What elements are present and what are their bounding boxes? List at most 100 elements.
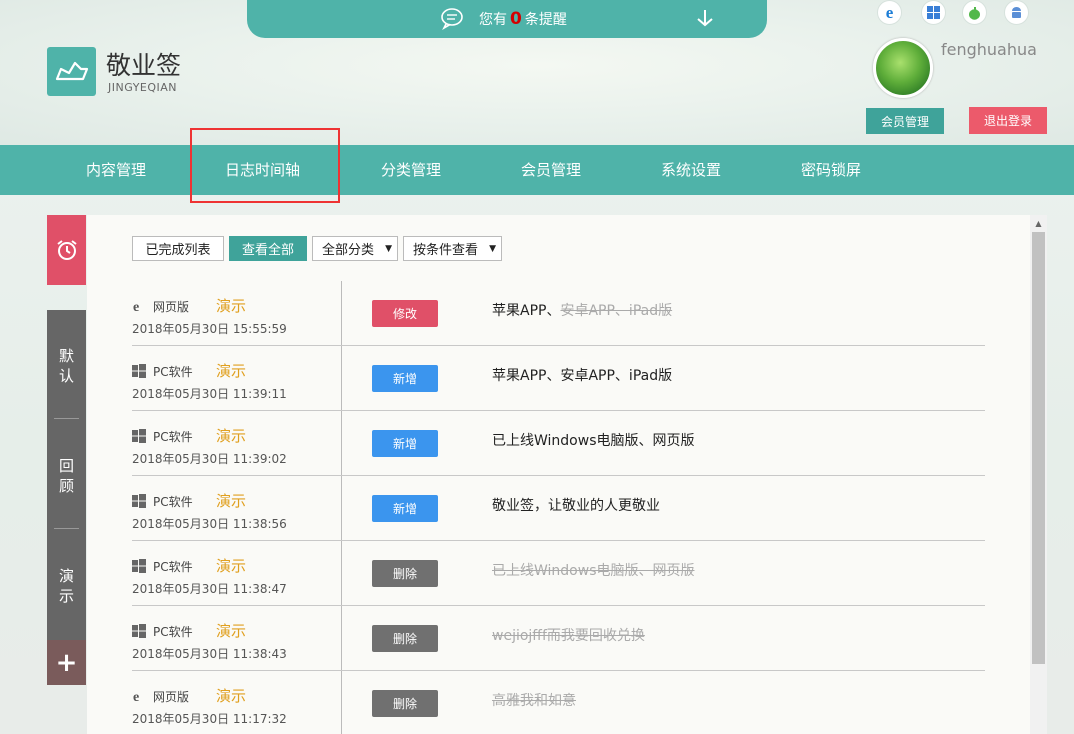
- log-message-text: 苹果APP、: [492, 303, 561, 319]
- log-time: 2018年05月30日 11:38:47: [132, 582, 287, 596]
- arrow-down-icon[interactable]: [694, 7, 716, 29]
- notification-text: 您有 0 条提醒: [479, 9, 567, 29]
- sidebar-item-default[interactable]: 默认: [47, 346, 86, 386]
- log-message: 已上线Windows电脑版、网页版: [492, 430, 695, 450]
- svg-text:e: e: [133, 690, 139, 703]
- log-message: 苹果APP、安卓APP、iPad版: [492, 365, 672, 385]
- log-action-badge: 删除: [372, 560, 438, 587]
- log-row: e 网页版 演示 2018年05月30日 15:55:59 修改 苹果APP、安卓APP、…: [132, 281, 985, 346]
- scroll-up-icon[interactable]: ▲: [1030, 219, 1047, 231]
- log-platform: PC软件: [153, 495, 193, 509]
- log-user[interactable]: 演示: [216, 295, 246, 316]
- log-user[interactable]: 演示: [216, 555, 246, 576]
- log-action-badge: 新增: [372, 365, 438, 392]
- log-time: 2018年05月30日 15:55:59: [132, 322, 287, 336]
- log-action-badge: 新增: [372, 495, 438, 522]
- windows-icon: [132, 559, 146, 573]
- log-user[interactable]: 演示: [216, 490, 246, 511]
- sidebar-menu: 默认 回顾 演示: [47, 310, 86, 640]
- log-action-badge: 删除: [372, 625, 438, 652]
- log-time: 2018年05月30日 11:39:11: [132, 387, 287, 401]
- brand-subtitle: JINGYEQIAN: [108, 81, 178, 94]
- log-user[interactable]: 演示: [216, 620, 246, 641]
- nav-item-category[interactable]: 分类管理: [381, 145, 441, 195]
- log-row: e 网页版 演示 2018年05月30日 11:17:32 删除 高雅我和如意: [132, 671, 985, 734]
- log-user[interactable]: 演示: [216, 425, 246, 446]
- view-all-button[interactable]: 查看全部: [229, 236, 307, 261]
- log-message-text: 苹果APP、安卓APP、iPad版: [492, 368, 673, 384]
- log-platform: PC软件: [153, 625, 193, 639]
- log-panel: 已完成列表 查看全部 全部分类 ▼ 按条件查看 ▼ e 网页版 演示 2018年05月…: [87, 215, 1030, 734]
- android-icon[interactable]: [1004, 0, 1029, 25]
- windows-icon: [132, 364, 146, 378]
- brand-name: 敬业签: [106, 51, 182, 80]
- notification-count: 0: [510, 9, 522, 29]
- ie-icon[interactable]: e: [877, 0, 902, 25]
- log-message-text: 已上线Windows电脑版、网页版: [492, 433, 695, 449]
- log-row: PC软件 演示 2018年05月30日 11:38:56 新增 敬业签，让敬业的人更敬业: [132, 476, 985, 541]
- nav-item-settings[interactable]: 系统设置: [661, 145, 721, 195]
- boat-logo-icon: [55, 61, 89, 81]
- condition-select-label: 按条件查看: [413, 243, 479, 258]
- member-management-button[interactable]: 会员管理: [866, 108, 944, 134]
- log-message: wejiojfff而我要回收兑换: [492, 625, 645, 645]
- log-row: PC软件 演示 2018年05月30日 11:38:43 删除 wejiojfff而我要…: [132, 606, 985, 671]
- log-message: 苹果APP、安卓APP、iPad版: [492, 300, 672, 320]
- nav-item-member[interactable]: 会员管理: [521, 145, 581, 195]
- app-logo[interactable]: [47, 47, 96, 96]
- log-message-struck: 安卓APP、iPad版: [560, 303, 673, 319]
- scrollbar[interactable]: ▲: [1030, 215, 1047, 734]
- log-message: 敬业签，让敬业的人更敬业: [492, 495, 660, 515]
- nav-item-content[interactable]: 内容管理: [86, 145, 146, 195]
- completed-list-button[interactable]: 已完成列表: [132, 236, 224, 261]
- log-platform: PC软件: [153, 365, 193, 379]
- svg-text:e: e: [133, 300, 139, 313]
- log-action-badge: 修改: [372, 300, 438, 327]
- notification-bar[interactable]: 您有 0 条提醒: [247, 0, 767, 38]
- windows-icon: [132, 429, 146, 443]
- log-platform: PC软件: [153, 560, 193, 574]
- windows-icon: [132, 494, 146, 508]
- category-select[interactable]: 全部分类 ▼: [312, 236, 398, 261]
- log-user[interactable]: 演示: [216, 360, 246, 381]
- log-time: 2018年05月30日 11:39:02: [132, 452, 287, 466]
- scrollbar-thumb[interactable]: [1032, 232, 1045, 664]
- log-row: PC软件 演示 2018年05月30日 11:39:02 新增 已上线Windows电脑…: [132, 411, 985, 476]
- log-message-struck: 已上线Windows电脑版、网页版: [492, 563, 695, 579]
- windows-icon: [132, 624, 146, 638]
- sidebar-divider: [54, 418, 79, 419]
- log-user[interactable]: 演示: [216, 685, 246, 706]
- log-platform: 网页版: [153, 300, 190, 314]
- condition-select[interactable]: 按条件查看 ▼: [403, 236, 502, 261]
- sidebar-item-review[interactable]: 回顾: [47, 456, 86, 496]
- sidebar-divider: [54, 528, 79, 529]
- log-platform: 网页版: [153, 690, 190, 704]
- main-nav: 内容管理 日志时间轴 分类管理 会员管理 系统设置 密码锁屏: [0, 145, 1074, 195]
- caret-down-icon: ▼: [385, 244, 392, 254]
- chat-bubble-icon: [441, 8, 463, 30]
- windows-icon[interactable]: [921, 0, 946, 25]
- log-message: 高雅我和如意: [492, 690, 576, 710]
- nav-item-lock-screen[interactable]: 密码锁屏: [801, 145, 861, 195]
- username: fenghuahua: [941, 40, 1037, 59]
- alarm-clock-icon: [56, 240, 77, 260]
- log-message: 已上线Windows电脑版、网页版: [492, 560, 695, 580]
- category-select-label: 全部分类: [322, 243, 375, 258]
- logout-button[interactable]: 退出登录: [969, 107, 1047, 134]
- log-platform: PC软件: [153, 430, 193, 444]
- log-time: 2018年05月30日 11:17:32: [132, 712, 287, 726]
- active-nav-highlight: [190, 128, 340, 203]
- log-message-struck: wejiojfff而我要回收兑换: [492, 628, 645, 644]
- log-time: 2018年05月30日 11:38:56: [132, 517, 287, 531]
- avatar[interactable]: [873, 38, 933, 98]
- add-category-button[interactable]: +: [47, 640, 86, 685]
- log-message-struck: 高雅我和如意: [492, 693, 576, 709]
- ie-icon: e: [133, 300, 139, 313]
- header-banner: 您有 0 条提醒 敬业签 JINGYEQIAN e fenghuahua 会员管理 …: [0, 0, 1074, 145]
- apple-icon[interactable]: [962, 0, 987, 25]
- ie-icon: e: [133, 690, 139, 703]
- reminder-tab[interactable]: [47, 215, 86, 285]
- log-time: 2018年05月30日 11:38:43: [132, 647, 287, 661]
- log-message-text: 敬业签，让敬业的人更敬业: [492, 498, 660, 514]
- sidebar-item-demo[interactable]: 演示: [47, 566, 86, 606]
